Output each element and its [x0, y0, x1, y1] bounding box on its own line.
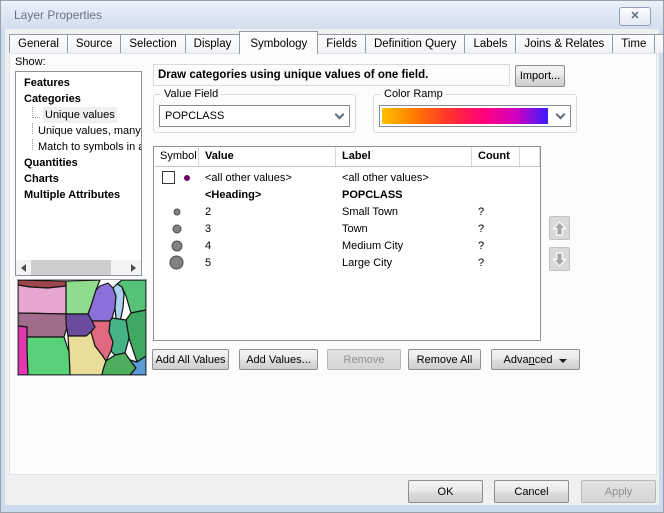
tree-item-features[interactable]: Features — [16, 75, 141, 91]
add-all-values-button[interactable]: Add All Values — [152, 349, 229, 370]
tab-fields[interactable]: Fields — [317, 34, 366, 53]
tree-item-unique-values-many[interactable]: Unique values, many — [16, 123, 141, 139]
tab-source[interactable]: Source — [67, 34, 121, 53]
tree-item-match-symbols[interactable]: Match to symbols in a — [16, 139, 141, 155]
table-row-value-2[interactable]: 2 Small Town ? — [154, 203, 540, 220]
apply-button[interactable]: Apply — [581, 480, 656, 503]
tree-item-charts[interactable]: Charts — [16, 171, 141, 187]
graduated-circle-icon[interactable] — [169, 221, 185, 237]
table-row-value-5[interactable]: 5 Large City ? — [154, 254, 540, 271]
tree-item-categories[interactable]: Categories — [16, 91, 141, 107]
cancel-button[interactable]: Cancel — [494, 480, 569, 503]
map-preview — [17, 279, 147, 376]
tab-strip: General Source Selection Display Symbolo… — [9, 31, 664, 53]
table-row-value-4[interactable]: 4 Medium City ? — [154, 237, 540, 254]
tab-general[interactable]: General — [9, 34, 68, 53]
advanced-button[interactable]: Advanced — [491, 349, 580, 370]
graduated-circle-icon[interactable] — [169, 238, 185, 254]
add-values-button[interactable]: Add Values... — [239, 349, 318, 370]
advanced-label: Advanced — [504, 354, 553, 366]
value-field-dropdown[interactable]: POPCLASS — [159, 105, 350, 127]
tab-html-popup[interactable]: HTML Popup — [654, 34, 664, 53]
tab-joins-relates[interactable]: Joins & Relates — [515, 34, 613, 53]
tree-connector-icon — [32, 107, 40, 118]
tree-item-quantities[interactable]: Quantities — [16, 155, 141, 171]
color-ramp-label: Color Ramp — [381, 88, 446, 100]
table-header[interactable]: Symbol Value Label Count — [154, 147, 540, 167]
ok-button[interactable]: OK — [408, 480, 483, 503]
table-row-heading[interactable]: <Heading> POPCLASS — [154, 186, 540, 203]
table-row-value-3[interactable]: 3 Town ? — [154, 220, 540, 237]
column-header-label[interactable]: Label — [336, 147, 472, 166]
tree-horizontal-scrollbar[interactable] — [16, 260, 141, 275]
show-label: Show: — [15, 56, 46, 68]
chevron-down-icon[interactable] — [550, 106, 570, 126]
tab-symbology[interactable]: Symbology — [239, 31, 318, 54]
all-other-values-checkbox[interactable] — [162, 171, 175, 184]
graduated-circle-icon[interactable] — [169, 204, 185, 220]
value-field-selected: POPCLASS — [165, 110, 224, 122]
graduated-circle-icon[interactable] — [168, 254, 185, 271]
show-tree: Features Categories Unique values Unique… — [15, 71, 142, 276]
move-down-button[interactable] — [549, 247, 570, 271]
map-preview-image — [18, 280, 146, 375]
color-ramp-dropdown[interactable] — [379, 105, 571, 127]
dropdown-caret-icon — [559, 359, 567, 363]
tab-definition-query[interactable]: Definition Query — [365, 34, 465, 53]
move-up-button[interactable] — [549, 216, 570, 240]
window-title: Layer Properties — [14, 8, 102, 22]
tree-connector-icon — [32, 139, 33, 150]
tab-selection[interactable]: Selection — [120, 34, 185, 53]
unique-values-table: Symbol Value Label Count <all other valu… — [153, 146, 541, 341]
table-row-all-other-values[interactable]: <all other values> <all other values> — [154, 169, 540, 186]
value-field-label: Value Field — [161, 88, 221, 100]
scrollbar-thumb[interactable] — [31, 260, 111, 275]
color-ramp-swatch — [382, 108, 548, 124]
remove-button[interactable]: Remove — [327, 349, 401, 370]
tree-item-multiple-attributes[interactable]: Multiple Attributes — [16, 187, 141, 203]
import-button[interactable]: Import... — [515, 65, 565, 87]
method-description: Draw categories using unique values of o… — [153, 64, 510, 86]
close-button[interactable]: ✕ — [619, 7, 651, 26]
tab-display[interactable]: Display — [185, 34, 241, 53]
scroll-right-icon[interactable] — [126, 260, 141, 275]
layer-properties-dialog: Layer Properties ✕ General Source Select… — [0, 0, 664, 513]
remove-all-button[interactable]: Remove All — [408, 349, 481, 370]
chevron-down-icon[interactable] — [329, 106, 349, 126]
title-bar[interactable]: Layer Properties — [1, 1, 663, 29]
tree-item-unique-values[interactable]: Unique values — [16, 107, 141, 123]
tree-connector-icon — [32, 123, 33, 134]
column-header-filler — [520, 147, 540, 166]
scroll-left-icon[interactable] — [16, 260, 31, 275]
column-header-value[interactable]: Value — [199, 147, 336, 166]
tab-labels[interactable]: Labels — [464, 34, 516, 53]
arrow-up-icon — [552, 220, 567, 237]
point-symbol-icon[interactable] — [183, 174, 191, 182]
column-header-symbol[interactable]: Symbol — [154, 147, 199, 166]
tab-time[interactable]: Time — [612, 34, 655, 53]
close-icon: ✕ — [630, 10, 639, 22]
column-header-count[interactable]: Count — [472, 147, 520, 166]
arrow-down-icon — [552, 251, 567, 268]
